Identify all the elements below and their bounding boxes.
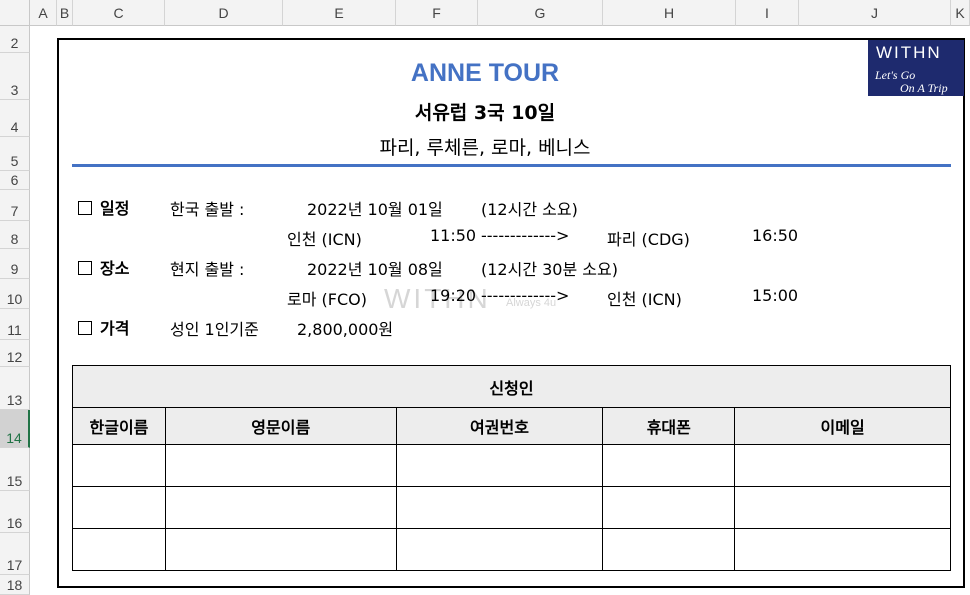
row-header-10[interactable]: 10	[0, 279, 30, 309]
input-cell[interactable]	[72, 528, 166, 571]
row-header-8[interactable]: 8	[0, 221, 30, 249]
column-header-C[interactable]: C	[73, 0, 165, 26]
row-header-18[interactable]: 18	[0, 575, 30, 595]
korea-depart-duration: (12시간 소요)	[481, 200, 578, 219]
input-cell[interactable]	[395, 528, 604, 571]
input-cell[interactable]	[164, 528, 397, 571]
row-header-15[interactable]: 15	[0, 448, 30, 491]
tour-cities: 파리, 루체른, 로마, 베니스	[379, 137, 591, 159]
row-header-17[interactable]: 17	[0, 533, 30, 575]
column-header-I[interactable]: I	[736, 0, 799, 26]
return-to: 인천 (ICN)	[607, 290, 682, 309]
input-cell[interactable]	[602, 486, 736, 529]
table-row	[72, 444, 951, 487]
input-cell[interactable]	[72, 444, 166, 487]
table-row	[72, 486, 951, 529]
column-header-K[interactable]: K	[951, 0, 970, 26]
outbound-time: 11:50	[430, 226, 477, 245]
korea-depart-label: 한국 출발 :	[170, 200, 245, 219]
tour-subtitle: 서유럽 3국 10일	[414, 102, 556, 124]
row-header-9[interactable]: 9	[0, 249, 30, 279]
column-header-phone: 휴대폰	[602, 407, 736, 445]
column-header-H[interactable]: H	[603, 0, 736, 26]
column-header-passport: 여권번호	[395, 407, 604, 445]
outbound-arrow: ------------->	[481, 226, 570, 245]
price-value: 2,800,000원	[297, 320, 394, 339]
table-row	[72, 528, 951, 571]
local-depart-label: 현지 출발 :	[170, 260, 245, 279]
column-header-korean-name: 한글이름	[72, 407, 166, 445]
outbound-from: 인천 (ICN)	[287, 230, 362, 249]
input-cell[interactable]	[734, 444, 951, 487]
input-cell[interactable]	[164, 444, 397, 487]
row-header-6[interactable]: 6	[0, 171, 30, 190]
row-header-7[interactable]: 7	[0, 190, 30, 221]
column-header-G[interactable]: G	[478, 0, 603, 26]
schedule-checkbox-icon	[78, 201, 92, 215]
page-title: ANNE TOUR	[410, 59, 560, 87]
row-header-12[interactable]: 12	[0, 340, 30, 367]
place-label: 장소	[78, 255, 129, 279]
column-header-B[interactable]: B	[57, 0, 73, 26]
return-from: 로마 (FCO)	[287, 290, 367, 309]
column-header-E[interactable]: E	[283, 0, 396, 26]
applicant-table-title: 신청인	[72, 365, 951, 408]
place-checkbox-icon	[78, 261, 92, 275]
local-depart-date: 2022년 10월 08일	[307, 260, 443, 279]
select-all-corner[interactable]	[0, 0, 30, 26]
return-arrow: ------------->	[481, 286, 570, 305]
price-basis: 성인 1인기준	[170, 320, 259, 339]
korea-depart-date: 2022년 10월 01일	[307, 200, 443, 219]
input-cell[interactable]	[395, 486, 604, 529]
input-cell[interactable]	[602, 528, 736, 571]
return-time: 19:20	[430, 286, 477, 305]
input-cell[interactable]	[734, 528, 951, 571]
price-label: 가격	[78, 315, 129, 339]
input-cell[interactable]	[734, 486, 951, 529]
local-depart-duration: (12시간 30분 소요)	[481, 260, 618, 279]
outbound-arrive-time: 16:50	[752, 226, 799, 245]
input-cell[interactable]	[395, 444, 604, 487]
column-header-A[interactable]: A	[30, 0, 57, 26]
column-header-F[interactable]: F	[396, 0, 478, 26]
row-header-11[interactable]: 11	[0, 309, 30, 340]
column-header-english-name: 영문이름	[164, 407, 397, 445]
applicant-table: 신청인 한글이름 영문이름 여권번호 휴대폰 이메일	[72, 365, 951, 571]
row-header-13[interactable]: 13	[0, 367, 30, 410]
outbound-to: 파리 (CDG)	[607, 230, 690, 249]
row-header-2[interactable]: 2	[0, 26, 30, 53]
row-header-16[interactable]: 16	[0, 491, 30, 533]
column-header-J[interactable]: J	[799, 0, 951, 26]
title-divider	[72, 164, 951, 167]
return-arrive-time: 15:00	[752, 286, 799, 305]
input-cell[interactable]	[164, 486, 397, 529]
price-checkbox-icon	[78, 321, 92, 335]
column-header-D[interactable]: D	[165, 0, 283, 26]
schedule-label: 일정	[78, 195, 129, 219]
input-cell[interactable]	[72, 486, 166, 529]
input-cell[interactable]	[602, 444, 736, 487]
row-header-14[interactable]: 14	[0, 410, 30, 448]
column-header-email: 이메일	[734, 407, 951, 445]
